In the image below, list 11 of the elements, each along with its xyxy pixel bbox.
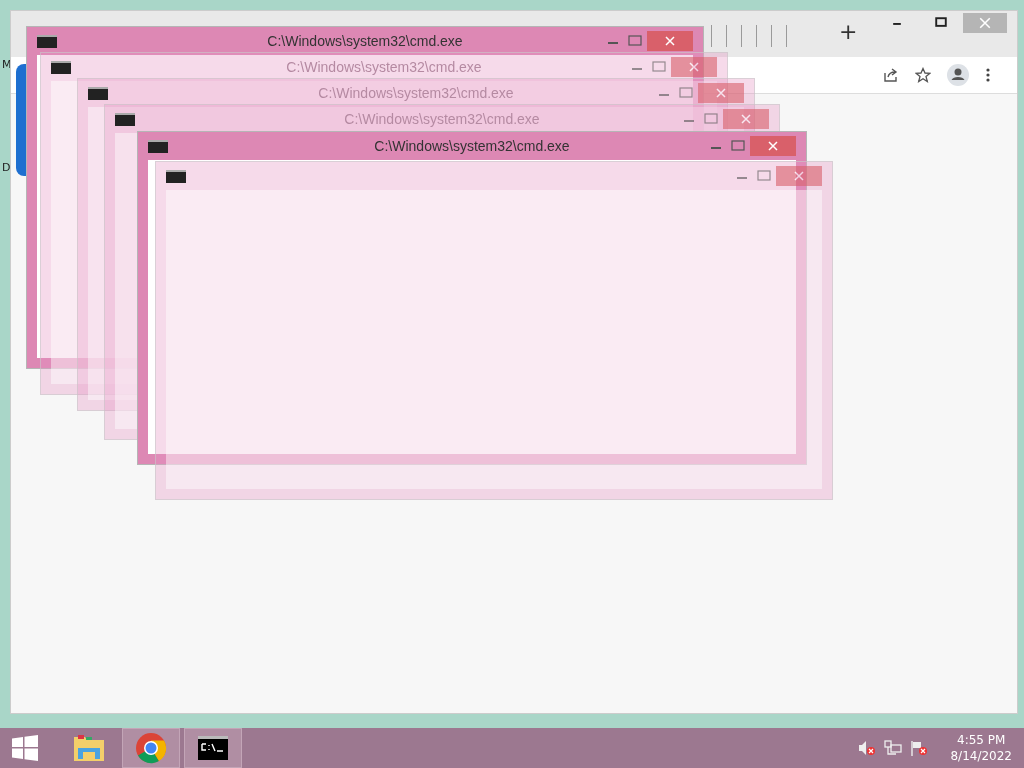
desktop-icon-label: D [2, 161, 12, 174]
window-title: C:\Windows\system32\cmd.exe [344, 111, 540, 127]
window-title: C:\Windows\system32\cmd.exe [267, 33, 463, 49]
new-tab-button[interactable]: + [835, 21, 862, 43]
window-title: C:\Windows\system32\cmd.exe [286, 59, 482, 75]
window-title: C:\Windows\system32\cmd.exe [318, 85, 514, 101]
desktop-icon-label: M [2, 58, 12, 71]
clock[interactable]: 4:55 PM 8/14/2022 [950, 731, 1012, 765]
window-title: C:\Windows\system32\cmd.exe [374, 138, 570, 154]
clock-time: 4:55 PM [957, 731, 1006, 748]
clock-date: 8/14/2022 [950, 748, 1012, 765]
